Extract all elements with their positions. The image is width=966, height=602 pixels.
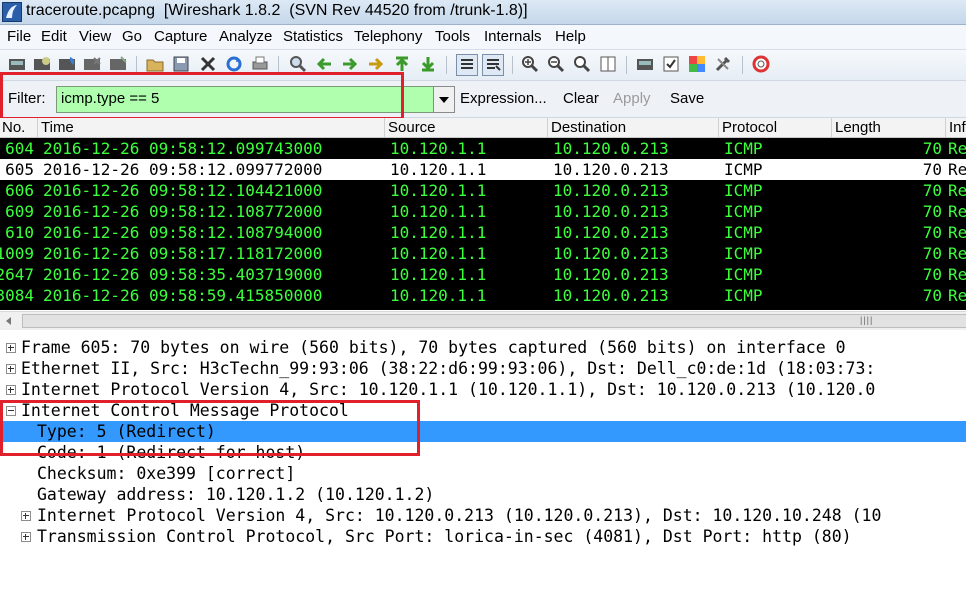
capture-options-icon[interactable] (33, 55, 51, 73)
packet-row[interactable]: 604 2016-12-26 09:58:12.099743000 10.120… (0, 138, 966, 159)
tree-item-ipv4[interactable]: Internet Protocol Version 4, Src: 10.120… (0, 379, 966, 400)
tree-item-icmp-code[interactable]: Code: 1 (Redirect for host) (0, 442, 966, 463)
display-filters-icon[interactable] (662, 55, 680, 73)
open-file-icon[interactable] (146, 55, 164, 73)
menu-go[interactable]: Go (122, 28, 142, 45)
resize-columns-icon[interactable] (599, 55, 617, 73)
restart-capture-icon[interactable] (109, 55, 127, 73)
go-to-packet-icon[interactable] (367, 55, 385, 73)
packet-row[interactable]: 609 2016-12-26 09:58:12.108772000 10.120… (0, 201, 966, 222)
reload-icon[interactable] (225, 55, 243, 73)
go-back-icon[interactable] (315, 55, 333, 73)
column-length[interactable]: Length (835, 119, 881, 136)
packet-list[interactable]: 604 2016-12-26 09:58:12.099743000 10.120… (0, 138, 966, 310)
capture-filters-icon[interactable] (636, 55, 654, 73)
go-last-icon[interactable] (419, 55, 437, 73)
tree-item-icmp[interactable]: Internet Control Message Protocol (0, 400, 966, 421)
go-first-icon[interactable] (393, 55, 411, 73)
menu-bar: File Edit View Go Capture Analyze Statis… (0, 25, 966, 50)
coloring-rules-icon[interactable] (688, 55, 706, 73)
normal-size-icon[interactable] (573, 55, 591, 73)
scroll-grip-icon: |||| (860, 315, 874, 325)
menu-analyze[interactable]: Analyze (219, 28, 272, 45)
expression-button[interactable]: Expression... (460, 90, 547, 107)
window-title: traceroute.pcapng [Wireshark 1.8.2 (SVN … (26, 2, 528, 19)
go-forward-icon[interactable] (341, 55, 359, 73)
menu-tools[interactable]: Tools (435, 28, 470, 45)
column-protocol[interactable]: Protocol (722, 119, 777, 136)
column-time[interactable]: Time (41, 119, 74, 136)
interface-list-icon[interactable] (8, 55, 26, 73)
menu-capture[interactable]: Capture (154, 28, 207, 45)
packet-row[interactable]: 610 2016-12-26 09:58:12.108794000 10.120… (0, 222, 966, 243)
tree-item-gateway[interactable]: Gateway address: 10.120.1.2 (10.120.1.2) (0, 484, 966, 505)
tree-item-inner-ipv4[interactable]: Internet Protocol Version 4, Src: 10.120… (0, 505, 966, 526)
print-icon[interactable] (251, 55, 269, 73)
packet-row[interactable]: 3084 2016-12-26 09:58:59.415850000 10.12… (0, 285, 966, 306)
packet-row-partial[interactable] (0, 306, 966, 310)
tree-item-icmp-type[interactable]: Type: 5 (Redirect) (0, 421, 966, 442)
column-no[interactable]: No. (2, 119, 25, 136)
packet-list-header: No. Time Source Destination Protocol Len… (0, 118, 966, 138)
filter-dropdown-button[interactable] (433, 86, 455, 113)
menu-edit[interactable]: Edit (41, 28, 67, 45)
stop-capture-icon[interactable] (83, 55, 101, 73)
colorize-icon[interactable] (456, 54, 478, 76)
zoom-out-icon[interactable] (547, 55, 565, 73)
help-icon[interactable] (752, 55, 770, 73)
filter-value: icmp.type == 5 (61, 90, 160, 107)
column-destination[interactable]: Destination (551, 119, 626, 136)
tree-item-icmp-checksum[interactable]: Checksum: 0xe399 [correct] (0, 463, 966, 484)
find-packet-icon[interactable] (289, 55, 307, 73)
expand-icon[interactable] (6, 364, 16, 374)
wireshark-fin-icon (2, 2, 22, 22)
scroll-thumb[interactable] (22, 314, 966, 328)
column-source[interactable]: Source (388, 119, 436, 136)
expand-icon[interactable] (21, 511, 31, 521)
column-info[interactable]: Info (949, 119, 966, 136)
filter-bar: Filter: icmp.type == 5 Expression... Cle… (0, 81, 966, 118)
close-file-icon[interactable] (199, 55, 217, 73)
start-capture-icon[interactable] (58, 55, 76, 73)
tree-item-inner-tcp[interactable]: Transmission Control Protocol, Src Port:… (0, 526, 966, 547)
tree-item-frame[interactable]: Frame 605: 70 bytes on wire (560 bits), … (0, 337, 966, 358)
packet-details-tree[interactable]: Frame 605: 70 bytes on wire (560 bits), … (0, 330, 966, 578)
packet-row[interactable]: 606 2016-12-26 09:58:12.104421000 10.120… (0, 180, 966, 201)
collapse-icon[interactable] (6, 406, 16, 416)
menu-internals[interactable]: Internals (484, 28, 542, 45)
apply-button[interactable]: Apply (613, 90, 651, 107)
scroll-left-arrow-icon[interactable] (6, 317, 11, 325)
clear-button[interactable]: Clear (563, 90, 599, 107)
expand-icon[interactable] (6, 343, 16, 353)
auto-scroll-icon[interactable] (482, 54, 504, 76)
menu-file[interactable]: File (7, 28, 31, 45)
expand-icon[interactable] (6, 385, 16, 395)
save-filter-button[interactable]: Save (670, 90, 704, 107)
save-file-icon[interactable] (172, 55, 190, 73)
packet-row-selected[interactable]: 605 2016-12-26 09:58:12.099772000 10.120… (0, 159, 966, 180)
title-bar: traceroute.pcapng [Wireshark 1.8.2 (SVN … (0, 0, 966, 25)
tree-item-ethernet[interactable]: Ethernet II, Src: H3cTechn_99:93:06 (38:… (0, 358, 966, 379)
menu-statistics[interactable]: Statistics (283, 28, 343, 45)
menu-telephony[interactable]: Telephony (354, 28, 422, 45)
preferences-icon[interactable] (714, 55, 732, 73)
zoom-in-icon[interactable] (521, 55, 539, 73)
menu-view[interactable]: View (79, 28, 111, 45)
filter-label: Filter: (8, 90, 46, 107)
packet-list-hscrollbar[interactable]: |||| (0, 311, 966, 331)
expand-icon[interactable] (21, 532, 31, 542)
menu-help[interactable]: Help (555, 28, 586, 45)
packet-row[interactable]: 2647 2016-12-26 09:58:35.403719000 10.12… (0, 264, 966, 285)
display-filter-input[interactable]: icmp.type == 5 (56, 86, 434, 113)
packet-row[interactable]: 1009 2016-12-26 09:58:17.118172000 10.12… (0, 243, 966, 264)
main-toolbar (0, 50, 966, 81)
